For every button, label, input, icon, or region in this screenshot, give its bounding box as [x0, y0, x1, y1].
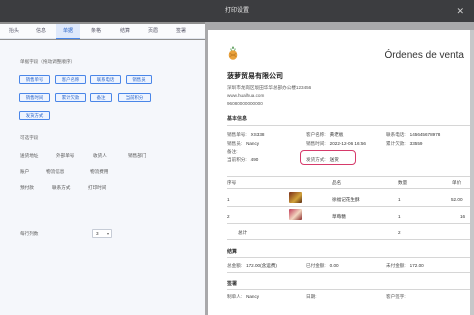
document-title: Órdenes de venta: [384, 50, 465, 61]
optional-field[interactable]: 账户: [20, 169, 29, 175]
maker-field: 制单人: Nancy: [227, 294, 260, 299]
window-title: 打印设置: [224, 8, 249, 14]
field-chip[interactable]: 销售时间: [19, 93, 50, 102]
divider: [227, 257, 470, 258]
selected-fields-label: 单据字段（拖动调整顺序）: [20, 59, 76, 64]
row-price: 52.00: [451, 197, 463, 202]
tab-info[interactable]: 信息: [29, 24, 53, 39]
unpaid-amount-field: 未付金额: 172.00: [386, 263, 424, 268]
divider: [227, 125, 470, 126]
optional-fields-label: 可选字段: [20, 135, 39, 140]
paid-amount-field: 已付金额: 0.00: [306, 263, 339, 268]
remark-field: 备注:: [227, 149, 238, 154]
row-qty: 1: [398, 197, 401, 202]
row-qty: 1: [398, 214, 401, 219]
preview-scrollbar[interactable]: [470, 30, 474, 315]
field-chip[interactable]: 备注: [90, 93, 112, 102]
field-chip[interactable]: 销售员: [126, 75, 152, 84]
row-no: 1: [227, 197, 230, 202]
optional-field[interactable]: 预付款: [20, 185, 34, 191]
divider: [227, 289, 470, 290]
col-header-qty: 数量: [398, 180, 408, 185]
field-chip[interactable]: 联系电话: [90, 75, 121, 84]
company-website: www.hualhua.com: [227, 93, 265, 98]
settings-tabs: 抬头 信息 单据 条格 结算 页眉 签署: [0, 24, 205, 39]
field-chip[interactable]: 销售单号: [19, 75, 50, 84]
total-qty: 2: [398, 230, 401, 235]
divider: [227, 176, 470, 177]
field-settings-panel: 单据字段（拖动调整顺序） 销售单号 客户名称 联系电话 销售员 销售时间 累计欠…: [0, 40, 205, 315]
optional-field[interactable]: 联系方式: [52, 185, 70, 191]
divider: [227, 239, 470, 240]
order-number-field: 销售单号: XS338: [227, 132, 265, 137]
title-bar: 打印设置 ✕: [0, 0, 474, 22]
tab-document[interactable]: 单据: [56, 24, 80, 39]
field-chip[interactable]: 客户名称: [55, 75, 86, 84]
date-field: 日期:: [306, 294, 317, 299]
product-image: [289, 209, 302, 220]
optional-field[interactable]: 送货地址: [20, 153, 38, 159]
divider: [227, 188, 470, 189]
row-name: 草莓糖: [332, 214, 346, 219]
customer-field: 客户名称: 黄老板: [306, 132, 344, 137]
settlement-title: 结算: [227, 249, 238, 255]
basic-info-title: 基本信息: [227, 116, 248, 122]
col-header-name: 品名: [332, 180, 342, 185]
optional-field[interactable]: 外部单号: [56, 153, 74, 159]
columns-per-row-label: 每行列数: [20, 231, 39, 236]
tab-settlement[interactable]: 结算: [113, 24, 137, 39]
divider: [227, 272, 470, 273]
tab-signature[interactable]: 签署: [169, 24, 193, 39]
print-preview-page[interactable]: Órdenes de venta 菠萝贸易有限公司 深圳市龙岗区坂田华华总部办公…: [208, 30, 470, 315]
customer-signature-field: 客户签字:: [386, 294, 406, 299]
columns-per-row-value: 3: [96, 231, 99, 236]
divider: [227, 206, 470, 207]
row-no: 2: [227, 214, 230, 219]
tab-barcode[interactable]: 条格: [84, 24, 108, 39]
phone-field: 联系电话: 145645678978: [386, 132, 441, 137]
shipping-highlight-box: [300, 150, 356, 165]
total-label: 总计: [238, 230, 248, 235]
field-chip[interactable]: 累计欠款: [55, 93, 86, 102]
field-chip[interactable]: 当前积分: [118, 93, 151, 102]
optional-field[interactable]: 物流费用: [90, 169, 108, 175]
col-header-no: 序号: [227, 180, 237, 185]
company-phone: 96080000000000: [227, 101, 263, 106]
points-field: 当前积分: 490: [227, 157, 259, 162]
company-name: 菠萝贸易有限公司: [227, 73, 283, 80]
sale-time-field: 销售时间: 2022-12-06 16:56: [306, 141, 366, 146]
debt-field: 累计欠款: 33559: [386, 141, 423, 146]
pineapple-logo-icon: [228, 46, 238, 60]
columns-per-row-select[interactable]: 3 ▾: [92, 229, 112, 238]
close-icon[interactable]: ✕: [456, 0, 464, 22]
optional-field[interactable]: 物流信息: [46, 169, 64, 175]
optional-field[interactable]: 收货人: [93, 153, 107, 159]
tab-footer[interactable]: 页眉: [141, 24, 165, 39]
field-chip[interactable]: 发货方式: [19, 111, 50, 120]
company-address: 深圳市龙岗区坂田华华总部办公楼123456: [227, 85, 312, 90]
col-header-price: 单价: [452, 180, 462, 185]
optional-field[interactable]: 销售部门: [128, 153, 146, 159]
total-amount-field: 总金额: 172.00(含运费): [227, 263, 277, 268]
chevron-down-icon: ▾: [106, 231, 109, 236]
signature-title: 签署: [227, 281, 238, 287]
divider: [227, 223, 470, 224]
optional-field[interactable]: 打印时间: [88, 185, 106, 191]
tab-header[interactable]: 抬头: [2, 24, 26, 39]
salesman-field: 销售员: Nancy: [227, 141, 260, 146]
row-name: 徐福记花生酥: [332, 197, 360, 202]
row-price: 16: [460, 214, 466, 219]
product-image: [289, 192, 302, 203]
